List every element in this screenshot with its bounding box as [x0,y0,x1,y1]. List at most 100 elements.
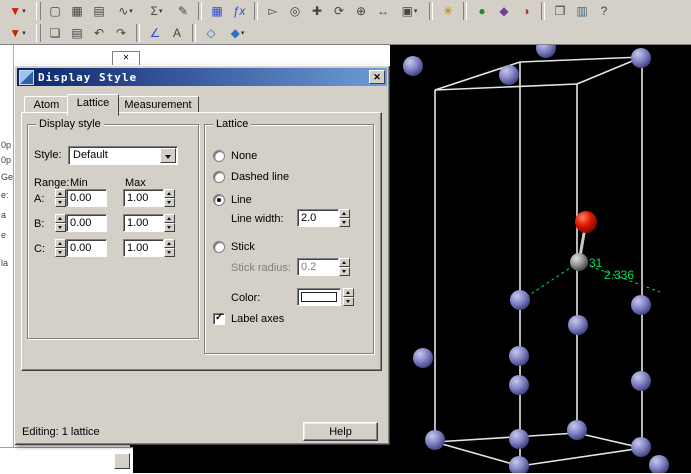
bottom-left-panel [0,447,133,474]
spin-up-icon[interactable] [164,189,175,198]
spin-up-icon[interactable] [164,214,175,223]
center-view-icon[interactable]: ⊕ [351,1,371,21]
oxygen-atom[interactable] [575,211,597,233]
metal-atom[interactable] [403,56,423,76]
metal-atom[interactable] [413,348,433,368]
color-swatch[interactable] [297,288,341,306]
metal-atom[interactable] [499,65,519,85]
document-tab[interactable]: ✕ [112,51,140,65]
spin-up-icon[interactable] [55,214,66,223]
dialog-titlebar[interactable]: Display Style ✕ [17,68,387,86]
display-style-dropdown[interactable]: ◆ ▾ [223,23,252,43]
select-arrow-icon[interactable]: ▻ [263,1,283,21]
metal-atom[interactable] [509,346,529,366]
metal-atom[interactable] [567,420,587,440]
redo-icon[interactable]: ↷ [111,23,131,43]
a-min-input[interactable]: 0.00 [66,189,107,207]
chevron-down-icon[interactable] [160,148,176,163]
metal-atom[interactable] [631,295,651,315]
spin-up-icon[interactable] [55,239,66,248]
ball-stick-icon[interactable]: ● [472,1,492,21]
a-max-input[interactable]: 1.00 [123,189,164,207]
pan-icon[interactable]: ✚ [307,1,327,21]
metal-atom[interactable] [425,430,445,450]
style-select[interactable]: Default [68,146,178,165]
spin-up-icon[interactable] [55,189,66,198]
table-icon[interactable]: ▦ [67,1,87,21]
spin-down-icon[interactable] [55,248,66,257]
report-icon[interactable]: ▥ [572,1,592,21]
radio-stick[interactable]: Stick [213,240,255,253]
sheet-icon[interactable]: ▢ [45,1,65,21]
help-button[interactable]: Help [303,422,378,441]
copy-icon[interactable]: ❏ [45,23,65,43]
b-min-input[interactable]: 0.00 [66,214,107,232]
undo-icon[interactable]: ↶ [89,23,109,43]
sum-dropdown[interactable]: Σ ▾ [142,1,171,21]
close-icon[interactable]: ✕ [123,53,130,62]
c-min-input[interactable]: 0.00 [66,239,107,257]
spin-down-icon[interactable] [343,297,354,306]
metal-atom[interactable] [509,429,529,449]
metal-atom[interactable] [510,290,530,310]
label-axes-checkbox[interactable]: Label axes [213,312,284,325]
c-max-input[interactable]: 1.00 [123,239,164,257]
radio-icon [213,170,225,183]
a-min-spinner[interactable] [55,189,66,207]
spin-down-icon[interactable] [164,198,175,207]
metal-atom[interactable] [631,371,651,391]
b-min-spinner[interactable] [55,214,66,232]
isosurface-icon[interactable]: ◇ [201,23,221,43]
radio-line[interactable]: Line [213,193,252,206]
spin-down-icon[interactable] [55,198,66,207]
spin-up-icon[interactable] [339,209,350,218]
spin-up-icon[interactable] [164,239,175,248]
carbon-atom[interactable] [570,253,588,271]
chart-view-icon[interactable]: ▤ [89,1,109,21]
report-icon: ▥ [576,4,588,18]
metal-atom[interactable] [568,315,588,335]
measure-angle-icon[interactable]: ∠ [145,23,165,43]
graph-dropdown[interactable]: ∿ ▾ [111,1,140,21]
zoom-icon[interactable]: ◎ [285,1,305,21]
line-width-spinner[interactable] [339,209,350,227]
view-mode-dropdown[interactable]: ▣ ▾ [395,1,424,21]
spin-up-icon[interactable] [343,288,354,297]
line-width-label: Line width: [231,213,284,225]
radio-none[interactable]: None [213,149,257,162]
b-max-spinner[interactable] [164,214,175,232]
rotate-icon[interactable]: ⟳ [329,1,349,21]
a-max-spinner[interactable] [164,189,175,207]
help-icon[interactable]: ? [594,1,614,21]
c-max-spinner[interactable] [164,239,175,257]
label-atoms-icon[interactable]: A [167,23,187,43]
recent-style-dropdown[interactable]: ▼ ▾ [3,23,32,43]
paste-icon[interactable]: ▤ [67,23,87,43]
metal-atom[interactable] [631,437,651,457]
grid-icon[interactable]: ▦ [207,1,227,21]
line-width-input[interactable]: 2.0 [297,209,339,227]
c-min-spinner[interactable] [55,239,66,257]
function-icon[interactable]: ƒx [229,1,249,21]
polyhedra-icon[interactable]: ◆ [494,1,514,21]
fit-view-icon[interactable]: ↔ [373,1,393,21]
b-max-input[interactable]: 1.00 [123,214,164,232]
tab-lattice[interactable]: Lattice [67,94,119,116]
spin-down-icon[interactable] [339,218,350,227]
spin-down-icon[interactable] [164,248,175,257]
lighting-icon[interactable]: ✳ [438,1,458,21]
spin-down-icon[interactable] [55,223,66,232]
metal-atom[interactable] [631,48,651,68]
zoom-icon: ◎ [289,4,301,18]
metal-atom[interactable] [509,375,529,395]
new-window-icon[interactable]: ❐ [550,1,570,21]
edit-icon[interactable]: ✎ [173,1,193,21]
color-spinner[interactable] [343,288,354,306]
spin-down-icon[interactable] [164,223,175,232]
annotation-color-dropdown[interactable]: ▼ ▾ [3,1,32,21]
close-button[interactable]: ✕ [369,70,385,84]
pane-corner-widget[interactable] [114,453,130,469]
spin-down-icon [339,267,350,276]
color-by-icon[interactable]: ◑ [516,1,536,21]
radio-dashed-line[interactable]: Dashed line [213,170,289,183]
